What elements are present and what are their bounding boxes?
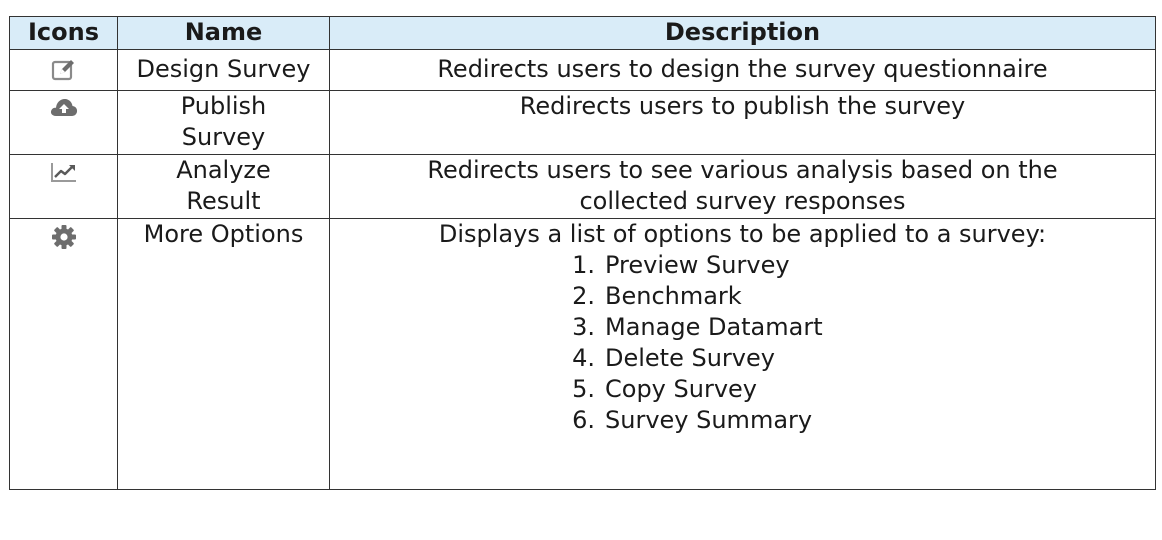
description-cell: Redirects users to publish the survey xyxy=(329,90,1156,155)
list-item: 1. Preview Survey xyxy=(563,250,1155,281)
icon-cell xyxy=(9,218,118,490)
table-row: More Options Displays a list of options … xyxy=(9,218,1156,490)
icon-cell xyxy=(9,90,118,155)
header-description: Description xyxy=(329,16,1156,50)
gear-icon xyxy=(51,225,76,249)
description-cell: Displays a list of options to be applied… xyxy=(329,218,1156,490)
list-label: Preview Survey xyxy=(605,251,790,279)
list-item: 2. Benchmark xyxy=(563,281,1155,312)
line-chart-icon xyxy=(50,163,76,182)
icons-table: Icons Name Description Design Survey Red… xyxy=(9,16,1156,490)
description-cell: Redirects users to design the survey que… xyxy=(329,49,1156,91)
list-number: 4. xyxy=(572,344,595,372)
name-line: Result xyxy=(186,187,261,215)
list-item: 5. Copy Survey xyxy=(563,374,1155,405)
name-cell: Publish Survey xyxy=(117,90,330,155)
list-number: 3. xyxy=(572,313,595,341)
list-item: 6. Survey Summary xyxy=(563,405,1155,436)
table-row: Design Survey Redirects users to design … xyxy=(9,49,1156,91)
icon-cell xyxy=(9,154,118,219)
name-cell: Analyze Result xyxy=(117,154,330,219)
options-list: 1. Preview Survey 2. Benchmark 3. Manage Da… xyxy=(330,250,1155,436)
name-cell: Design Survey xyxy=(117,49,330,91)
icon-cell xyxy=(9,49,118,91)
description-line: collected survey responses xyxy=(579,187,906,215)
list-item: 3. Manage Datamart xyxy=(563,312,1155,343)
description-line: Redirects users to see various analysis … xyxy=(427,156,1058,184)
name-cell: More Options xyxy=(117,218,330,490)
table-row: Publish Survey Redirects users to publis… xyxy=(9,90,1156,155)
description-intro: Displays a list of options to be applied… xyxy=(438,220,1047,248)
name-line: Publish xyxy=(180,92,267,120)
edit-icon xyxy=(51,60,74,81)
list-number: 5. xyxy=(572,375,595,403)
list-number: 1. xyxy=(572,251,595,279)
header-icons: Icons xyxy=(9,16,118,50)
name-line: Survey xyxy=(181,123,266,151)
description-cell: Redirects users to see various analysis … xyxy=(329,154,1156,219)
list-label: Manage Datamart xyxy=(605,313,823,341)
list-label: Delete Survey xyxy=(605,344,775,372)
list-number: 2. xyxy=(572,282,595,310)
table-row: Analyze Result Redirects users to see va… xyxy=(9,154,1156,219)
name-line: Analyze xyxy=(176,156,271,184)
list-label: Benchmark xyxy=(605,282,742,310)
header-name: Name xyxy=(117,16,330,50)
list-label: Copy Survey xyxy=(605,375,757,403)
header-row: Icons Name Description xyxy=(9,16,1156,50)
list-item: 4. Delete Survey xyxy=(563,343,1155,374)
list-label: Survey Summary xyxy=(605,406,813,434)
cloud-upload-icon xyxy=(50,98,77,116)
list-number: 6. xyxy=(572,406,595,434)
